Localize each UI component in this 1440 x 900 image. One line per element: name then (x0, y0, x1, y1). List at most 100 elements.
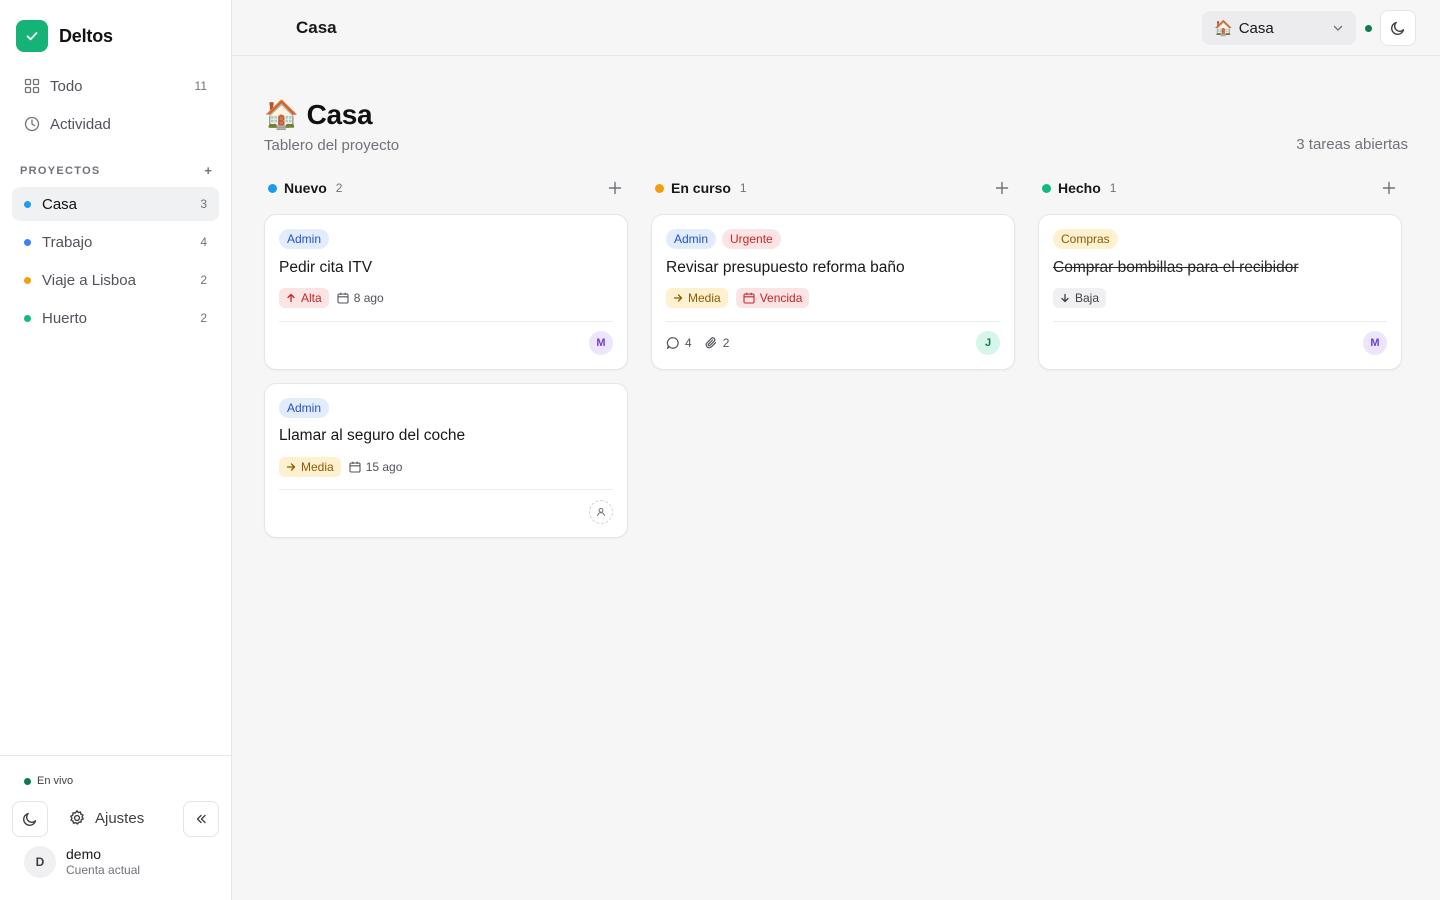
nav-item-label: Todo (50, 77, 83, 95)
card-divider (279, 489, 613, 490)
gear-icon (68, 809, 86, 827)
live-dot (24, 777, 31, 785)
open-tasks-count: 3 tareas abiertas (1296, 136, 1408, 153)
page-title: 🏠 Casa (264, 98, 399, 131)
moon-icon (21, 810, 39, 828)
live-indicator: En vivo (24, 775, 73, 787)
column-name: En curso (671, 180, 731, 196)
card-title: Revisar presupuesto reforma baño (666, 259, 905, 276)
project-name: Casa (42, 195, 78, 213)
project-color-dot (24, 314, 31, 322)
tag-badge: Urgente (722, 229, 781, 249)
house-emoji-icon: 🏠 (264, 99, 299, 130)
brand-name: Deltos (59, 25, 113, 46)
task-card[interactable]: Compras Comprar bombillas para el recibi… (1038, 214, 1402, 370)
column-header: Hecho 1 (1038, 176, 1402, 200)
due-date-label: 15 ago (365, 460, 403, 474)
add-task-button[interactable] (995, 181, 1009, 195)
card-tags: Admin Urgente (666, 229, 781, 249)
add-project-button[interactable]: + (204, 163, 212, 178)
card-divider (666, 321, 1000, 322)
calendar-icon (743, 292, 755, 304)
chevrons-left-icon (194, 812, 208, 826)
due-date-label: 8 ago (353, 291, 384, 305)
project-name: Viaje a Lisboa (42, 271, 136, 289)
project-name: Huerto (42, 309, 88, 327)
card-footer: M (279, 331, 613, 355)
card-meta: Baja (1053, 288, 1107, 308)
arrow-down-icon (1060, 293, 1070, 303)
user-name: demo (66, 846, 102, 862)
project-select-value: Casa (1238, 19, 1274, 37)
card-tags: Admin (279, 398, 330, 418)
card-tags: Admin (279, 229, 330, 249)
project-item-trabajo[interactable]: Trabajo 4 (12, 225, 219, 259)
nav-item-count: 11 (194, 79, 207, 93)
arrow-right-icon (286, 462, 296, 472)
collapse-sidebar-button[interactable] (183, 801, 219, 837)
logo-check-icon (16, 20, 48, 52)
theme-toggle-button[interactable] (1380, 10, 1416, 46)
add-task-button[interactable] (1382, 181, 1396, 195)
arrow-up-icon (286, 293, 296, 303)
project-count: 2 (200, 311, 207, 325)
assignee-avatar[interactable]: M (589, 331, 613, 355)
tag-badge: Admin (666, 229, 717, 249)
calendar-icon (349, 461, 361, 473)
arrow-right-icon (673, 293, 683, 303)
priority-label: Baja (1075, 291, 1100, 305)
house-emoji-icon: 🏠 (1214, 20, 1233, 37)
column-color-dot (655, 183, 664, 193)
priority-label: Media (688, 291, 721, 305)
theme-toggle-button[interactable] (12, 801, 48, 837)
page-title-text: Casa (306, 98, 373, 130)
project-item-huerto[interactable]: Huerto 2 (12, 301, 219, 335)
tag-badge: Admin (279, 229, 330, 249)
project-select[interactable]: 🏠 Casa (1202, 11, 1356, 45)
nav-item-todo[interactable]: Todo 11 (12, 69, 219, 103)
task-card[interactable]: Admin Llamar al seguro del coche Media 1… (264, 383, 628, 538)
comment-icon (666, 336, 680, 350)
column-nuevo: Nuevo 2 Admin Pedir cita ITV Alta 8 ago … (264, 176, 628, 538)
column-name: Hecho (1058, 180, 1101, 196)
project-color-dot (24, 276, 31, 284)
column-header: En curso 1 (651, 176, 1015, 200)
assignee-avatar[interactable]: M (1363, 331, 1387, 355)
priority-chip: Baja (1053, 288, 1107, 308)
paperclip-icon (704, 336, 718, 350)
topbar-title: Casa (296, 18, 337, 37)
live-label: En vivo (37, 775, 74, 787)
settings-button[interactable]: Ajustes (68, 809, 144, 827)
column-en-curso: En curso 1 Admin Urgente Revisar presupu… (651, 176, 1015, 370)
column-hecho: Hecho 1 Compras Comprar bombillas para e… (1038, 176, 1402, 370)
column-count: 2 (335, 181, 343, 195)
card-divider (1053, 321, 1387, 322)
project-color-dot (24, 238, 31, 246)
tag-badge: Compras (1053, 229, 1118, 249)
column-count: 1 (739, 181, 747, 195)
card-footer: M (1053, 331, 1387, 355)
due-date: 8 ago (337, 291, 384, 305)
priority-label: Alta (301, 291, 322, 305)
priority-chip: Media (666, 288, 728, 308)
task-card[interactable]: Admin Urgente Revisar presupuesto reform… (651, 214, 1015, 370)
moon-icon (1389, 19, 1407, 37)
card-title: Comprar bombillas para el recibidor (1053, 259, 1299, 276)
column-count: 1 (1109, 181, 1117, 195)
card-meta: Alta 8 ago (279, 288, 384, 308)
brand[interactable]: Deltos (16, 20, 113, 52)
attachments-count-label: 2 (722, 336, 730, 350)
assignee-avatar[interactable]: J (976, 331, 1000, 355)
task-card[interactable]: Admin Pedir cita ITV Alta 8 ago M (264, 214, 628, 370)
unassigned-avatar[interactable] (589, 500, 613, 524)
topbar: Casa 🏠 Casa (232, 0, 1440, 56)
add-task-button[interactable] (608, 181, 622, 195)
user-account[interactable]: D demo Cuenta actual (24, 846, 140, 878)
calendar-icon (337, 292, 349, 304)
project-count: 4 (200, 235, 207, 249)
project-item-viaje-a-lisboa[interactable]: Viaje a Lisboa 2 (12, 263, 219, 297)
column-color-dot (1042, 183, 1051, 193)
card-title: Llamar al seguro del coche (279, 427, 466, 444)
nav-item-actividad[interactable]: Actividad (12, 107, 219, 141)
project-item-casa[interactable]: Casa 3 (12, 187, 219, 221)
